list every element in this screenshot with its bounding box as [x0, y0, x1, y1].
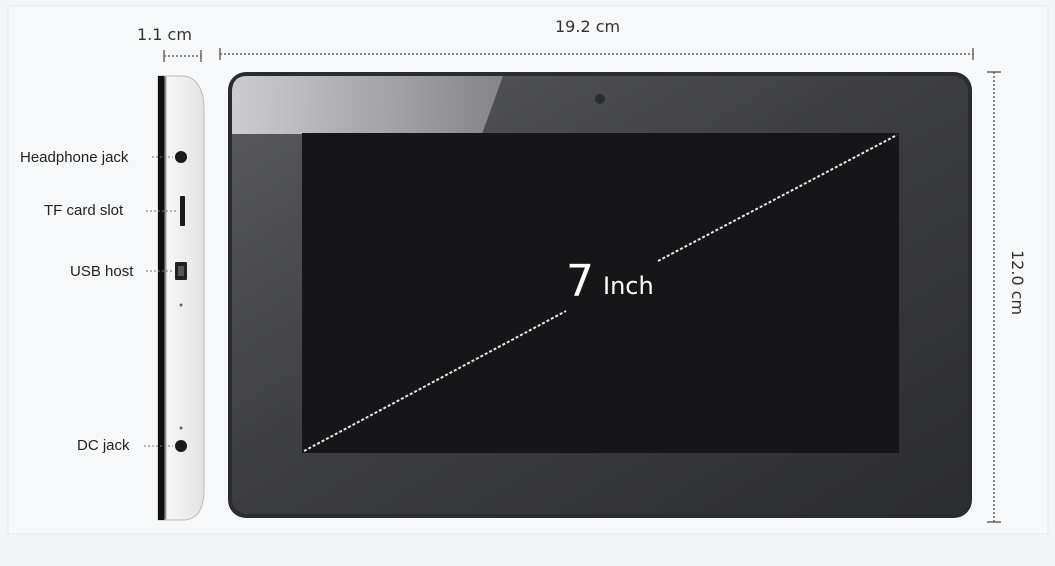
headphone-jack-label: Headphone jack — [20, 149, 129, 166]
height-label: 12.0 cm — [1008, 250, 1027, 315]
front-camera-icon — [595, 94, 605, 104]
tf-slot-icon — [180, 196, 185, 226]
screen-size-number: 7 — [566, 256, 594, 307]
usb-host-label: USB host — [70, 263, 134, 280]
tablet-dimension-diagram: 1.1 cm 19.2 cm 12.0 cm Headphone jack TF… — [7, 5, 1049, 535]
thickness-label: 1.1 cm — [137, 25, 192, 44]
screen-size-unit: Inch — [603, 272, 654, 300]
tf-card-slot-label: TF card slot — [44, 202, 124, 219]
headphone-port-icon — [175, 151, 187, 163]
dc-jack-label: DC jack — [77, 437, 130, 454]
tablet-front-view: 7 Inch — [228, 72, 972, 518]
bezel-glare — [232, 76, 503, 134]
tablet-side-view — [157, 75, 205, 521]
width-label: 19.2 cm — [555, 17, 620, 36]
dc-port-icon — [175, 440, 187, 452]
